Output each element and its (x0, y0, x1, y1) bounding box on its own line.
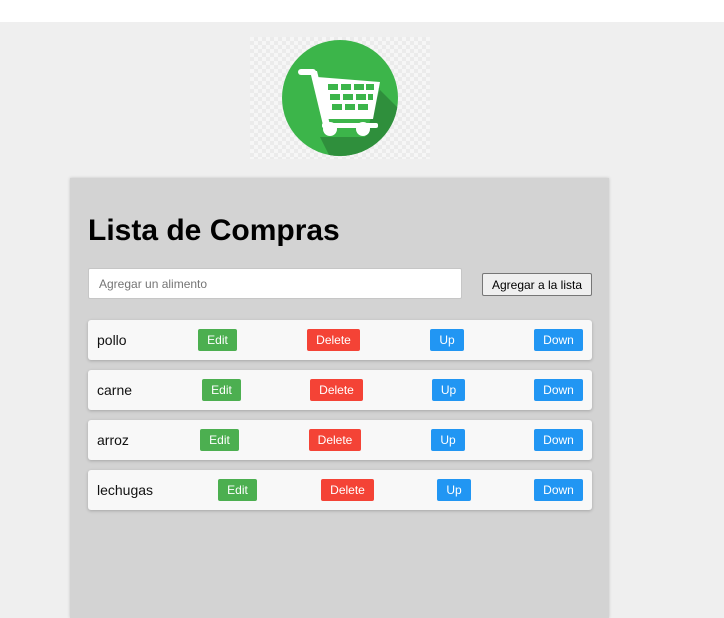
down-button[interactable]: Down (534, 479, 583, 501)
up-button[interactable]: Up (432, 379, 465, 401)
edit-button[interactable]: Edit (218, 479, 257, 501)
list-item: pollo Edit Delete Up Down (88, 320, 592, 360)
add-to-list-button[interactable]: Agregar a la lista (482, 273, 592, 296)
delete-button[interactable]: Delete (307, 329, 360, 351)
page-title: Lista de Compras (88, 214, 340, 247)
item-label: lechugas (97, 482, 154, 498)
list-item: carne Edit Delete Up Down (88, 370, 592, 410)
add-item-input[interactable] (88, 268, 462, 299)
shopping-list-panel: Lista de Compras Agregar a la lista poll… (70, 178, 609, 618)
edit-button[interactable]: Edit (198, 329, 237, 351)
shopping-cart-icon (282, 40, 398, 156)
delete-button[interactable]: Delete (321, 479, 374, 501)
item-label: arroz (97, 432, 129, 448)
up-button[interactable]: Up (437, 479, 471, 501)
down-button[interactable]: Down (534, 429, 583, 451)
list-item: arroz Edit Delete Up Down (88, 420, 592, 460)
item-label: pollo (97, 332, 127, 348)
top-bar (0, 0, 724, 22)
delete-button[interactable]: Delete (309, 429, 361, 451)
list-item: lechugas Edit Delete Up Down (88, 470, 592, 510)
delete-button[interactable]: Delete (310, 379, 363, 401)
edit-button[interactable]: Edit (200, 429, 239, 451)
down-button[interactable]: Down (534, 329, 583, 351)
up-button[interactable]: Up (430, 329, 464, 351)
item-label: carne (97, 382, 133, 398)
down-button[interactable]: Down (534, 379, 583, 401)
edit-button[interactable]: Edit (202, 379, 241, 401)
up-button[interactable]: Up (431, 429, 465, 451)
cart-logo (250, 37, 430, 159)
